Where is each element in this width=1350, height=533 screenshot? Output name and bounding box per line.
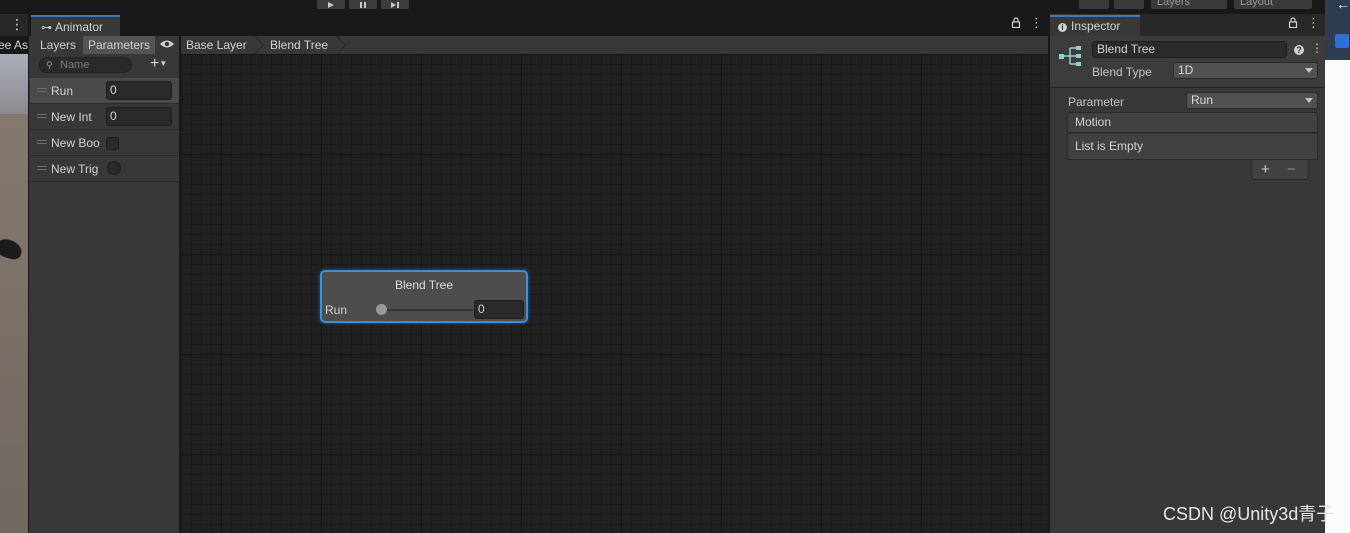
app-icon[interactable] [1335, 34, 1349, 48]
visibility-eye-icon[interactable] [159, 38, 175, 53]
breadcrumb-item-base-layer[interactable]: Base Layer [186, 36, 247, 54]
tab-inspector[interactable]: i Inspector [1050, 15, 1140, 36]
node-value-field[interactable]: 0 [474, 300, 524, 319]
segment-layers[interactable]: Layers [35, 36, 81, 54]
chevron-down-icon: ▼ [159, 59, 168, 68]
parameter-dropdown[interactable]: Run [1186, 92, 1318, 109]
drag-handle-icon[interactable] [37, 166, 47, 170]
step-icon [391, 1, 399, 8]
breadcrumb-separator-icon [337, 36, 346, 54]
parameter-bool-checkbox[interactable] [106, 137, 119, 150]
plus-icon: + [150, 55, 160, 73]
drag-handle-icon[interactable] [37, 140, 47, 144]
chevron-down-icon [1305, 68, 1313, 73]
motion-list-header: Motion [1067, 112, 1318, 133]
side-window-header: ← [1325, 0, 1350, 60]
layout-dropdown-label: Layout [1240, 0, 1274, 8]
animator-tab-label: Animator [55, 20, 104, 34]
scene-sky [0, 54, 28, 114]
history-button[interactable] [1079, 0, 1109, 9]
lock-icon[interactable] [1011, 16, 1021, 31]
search-icon: ⚲ [46, 60, 53, 70]
inspector-menu-icon[interactable]: ⋮ [1307, 15, 1320, 31]
node-title: Blend Tree [394, 278, 454, 292]
search-placeholder: Name [60, 59, 90, 71]
step-button[interactable] [381, 0, 409, 9]
remove-motion-button[interactable]: − [1287, 161, 1296, 178]
parameter-row-new-int[interactable]: New Int 0 [30, 104, 179, 130]
inspector-tab-label: Inspector [1071, 19, 1121, 33]
animator-tabbar [29, 14, 1048, 36]
scene-tab-menu[interactable]: ⋮ [0, 14, 28, 36]
tab-animator[interactable]: ⊶ Animator [31, 15, 120, 36]
parameter-row-new-trigger[interactable]: New Trig [30, 156, 179, 182]
drag-handle-icon[interactable] [37, 114, 47, 118]
layers-dropdown[interactable]: Layers [1151, 0, 1227, 9]
info-icon: i [1058, 23, 1067, 32]
blend-type-dropdown[interactable]: 1D [1173, 62, 1318, 79]
parameter-name: Run [51, 84, 74, 98]
parameter-trigger-radio[interactable] [107, 161, 121, 175]
header-menu-icon[interactable]: ⋮ [1311, 41, 1323, 55]
play-button[interactable] [317, 0, 345, 9]
parameter-int-field[interactable]: 0 [106, 107, 172, 126]
node-slider-track[interactable] [381, 309, 473, 311]
parameter-name: New Boo [51, 136, 100, 150]
back-arrow-icon[interactable]: ← [1336, 0, 1350, 12]
parameter-name: New Int [51, 110, 92, 124]
blend-tree-icon [1059, 46, 1081, 66]
parameter-dropdown-value: Run [1191, 93, 1214, 107]
animator-menu-icon[interactable]: ⋮ [1030, 15, 1043, 31]
add-motion-button[interactable]: + [1261, 161, 1270, 178]
segment-parameters[interactable]: Parameters [83, 36, 156, 54]
scene-ground [0, 114, 28, 533]
add-parameter-button[interactable]: +▼ [150, 55, 167, 73]
kebab-menu-icon: ⋮ [10, 16, 24, 32]
drag-handle-icon[interactable] [37, 88, 47, 92]
inspector-lock-icon[interactable] [1288, 17, 1298, 31]
help-icon[interactable]: ? [1294, 42, 1304, 56]
side-window-content [1325, 60, 1350, 533]
blend-type-value: 1D [1178, 63, 1194, 77]
animator-icon: ⊶ [41, 22, 52, 34]
pause-icon [360, 1, 366, 8]
layers-dropdown-label: Layers [1157, 0, 1191, 8]
parameter-label: Parameter [1068, 95, 1125, 109]
pause-button[interactable] [349, 0, 377, 9]
motion-list-footer: + − [1251, 160, 1309, 180]
scene-tab-text: ee As [0, 38, 28, 52]
blend-tree-node[interactable]: Blend Tree Run 0 [320, 270, 528, 323]
breadcrumb-separator-icon [255, 36, 264, 54]
chevron-down-icon [1305, 98, 1313, 103]
watermark: CSDN @Unity3d青子 [1163, 504, 1335, 524]
scene-tab-label[interactable]: ee As [0, 38, 28, 52]
object-name-field[interactable]: Blend Tree [1092, 41, 1287, 58]
parameter-search-input[interactable]: ⚲ Name [39, 57, 132, 73]
parameter-row-run[interactable]: Run 0 [30, 78, 179, 104]
play-icon [328, 1, 334, 8]
search-button[interactable] [1114, 0, 1144, 9]
parameter-float-field[interactable]: 0 [106, 81, 172, 100]
blend-type-label: Blend Type [1092, 65, 1152, 79]
motion-list-empty: List is Empty [1067, 133, 1318, 160]
layout-dropdown[interactable]: Layout [1234, 0, 1312, 9]
parameter-row-new-bool[interactable]: New Boo [30, 130, 179, 156]
scene-view[interactable] [0, 54, 28, 533]
blend-tree-graph[interactable] [181, 54, 1048, 533]
breadcrumb-item-blend-tree[interactable]: Blend Tree [270, 36, 328, 54]
node-parameter-label: Run [325, 303, 348, 317]
node-slider-thumb[interactable] [376, 304, 387, 315]
parameter-name: New Trig [51, 162, 99, 176]
